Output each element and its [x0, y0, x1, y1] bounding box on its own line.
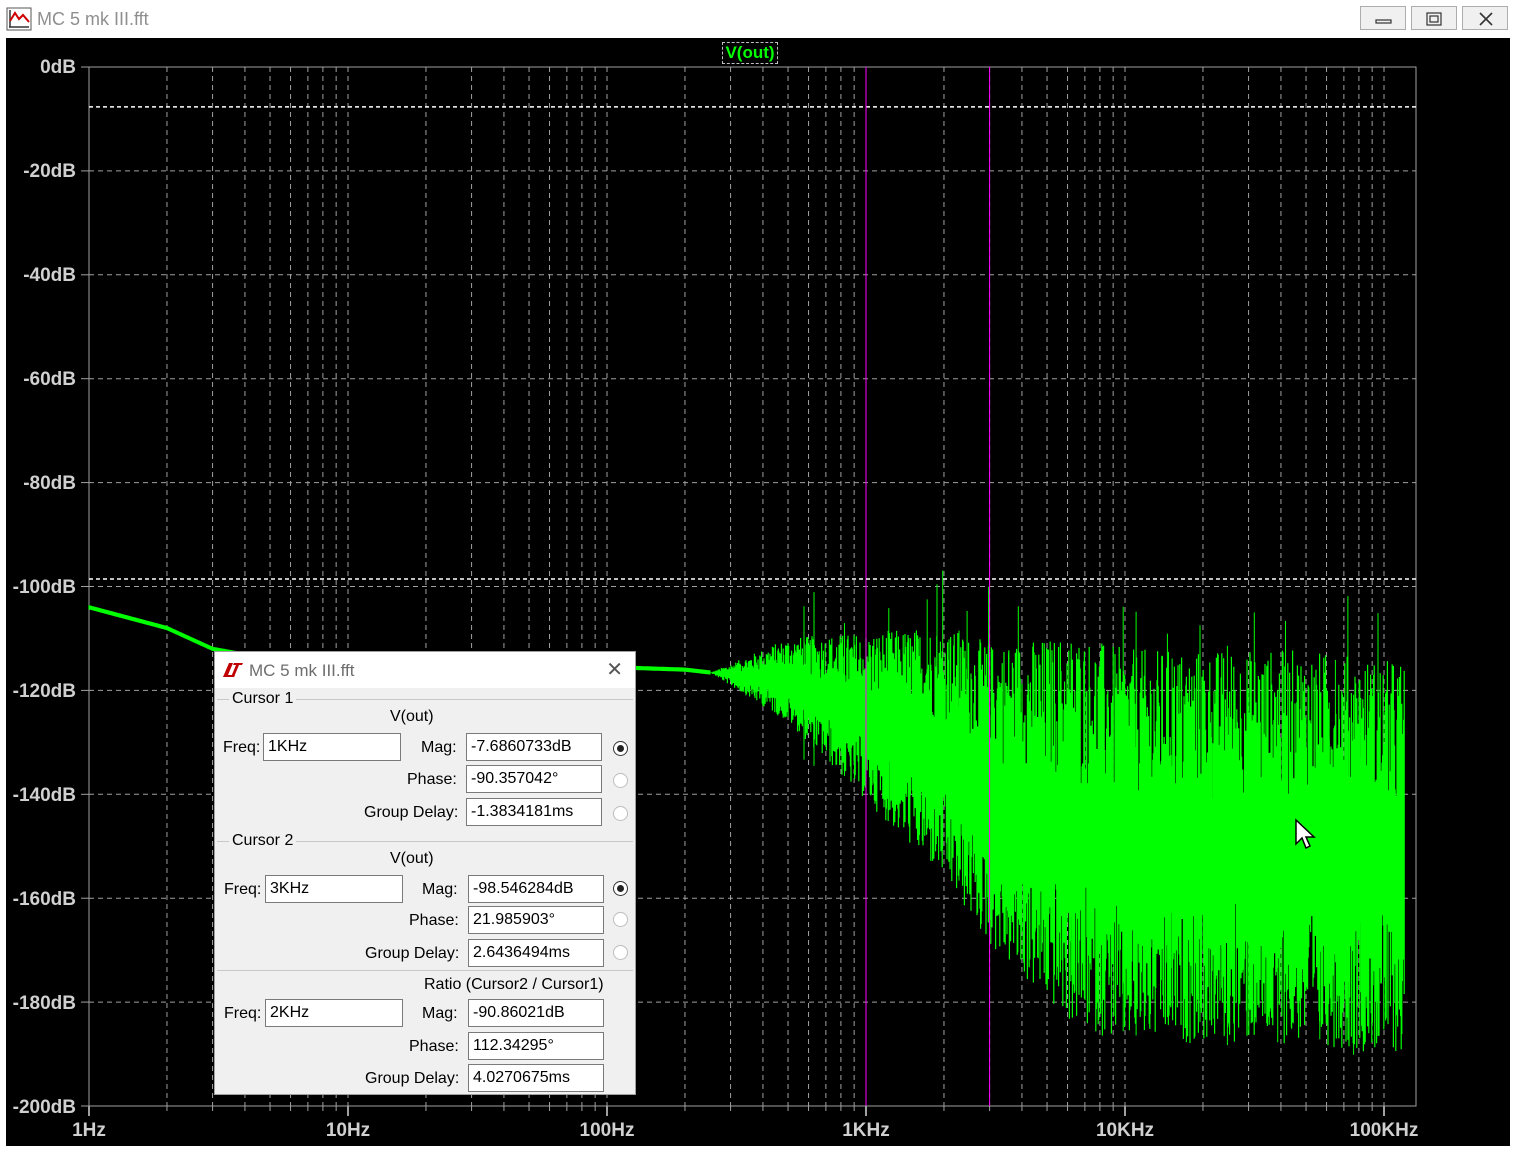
trace-label-vout[interactable]: V(out) [722, 42, 778, 64]
close-icon [1479, 12, 1493, 26]
cursor2-gd-label: Group Delay: [365, 945, 460, 962]
window-title: MC 5 mk III.fft [37, 9, 149, 29]
cursor1-phase-label: Phase: [407, 771, 457, 788]
ratio-mag-label: Mag: [422, 1005, 458, 1022]
cursor2-phase-field[interactable]: 21.985903° [468, 906, 604, 934]
ratio-phase-label: Phase: [409, 1038, 459, 1055]
cursor2-group-title: Cursor 2 [229, 832, 297, 850]
ratio-group [217, 970, 633, 971]
cursor2-phase-radio[interactable] [613, 912, 628, 927]
cursor1-gd-label: Group Delay: [364, 804, 459, 821]
y-tick-label: -200dB [12, 1097, 76, 1118]
cursor2-freq-label: Freq: [224, 881, 262, 898]
y-tick-label: -180dB [12, 993, 76, 1014]
ratio-freq-field[interactable]: 2KHz [265, 999, 403, 1027]
cursor2-phase-label: Phase: [409, 912, 459, 929]
cursor2-gd-field[interactable]: 2.6436494ms [468, 939, 604, 967]
cursor1-freq-label: Freq: [223, 739, 261, 756]
cursor2-freq-field[interactable]: 3KHz [265, 875, 403, 903]
maximize-button[interactable] [1411, 6, 1457, 30]
y-tick-label: -160dB [12, 889, 76, 910]
y-tick-label: -120dB [12, 681, 76, 702]
cursor1-freq-field[interactable]: 1KHz [263, 733, 401, 761]
dialog-close-icon[interactable]: ✕ [606, 660, 623, 680]
ratio-phase-field[interactable]: 112.34295° [468, 1032, 604, 1060]
cursor1-mag-radio[interactable] [613, 741, 628, 756]
cursor1-phase-radio[interactable] [613, 773, 628, 788]
x-tick-label: 100Hz [579, 1120, 635, 1141]
close-button[interactable] [1462, 6, 1508, 30]
ratio-gd-field[interactable]: 4.0270675ms [468, 1064, 604, 1092]
cursor1-mag-label: Mag: [421, 739, 457, 756]
cursor1-gd-radio[interactable] [613, 806, 628, 821]
y-tick-label: -100dB [12, 577, 76, 598]
cursor2-mag-field[interactable]: -98.546284dB [468, 875, 604, 903]
x-tick-label: 1Hz [72, 1120, 106, 1141]
window-titlebar: MC 5 mk III.fft [0, 0, 1516, 38]
restore-icon [1426, 12, 1442, 26]
cursor1-gd-field[interactable]: -1.3834181ms [466, 798, 602, 826]
x-tick-label: 1KHz [842, 1120, 890, 1141]
minimize-icon [1375, 19, 1392, 24]
minimize-button[interactable] [1360, 6, 1406, 30]
ratio-group-title: Ratio (Cursor2 / Cursor1) [424, 976, 604, 993]
x-tick-label: 100KHz [1349, 1120, 1419, 1141]
cursor-dialog: MC 5 mk III.fft ✕ Cursor 1 V(out) Freq: … [214, 651, 636, 1095]
dialog-title: MC 5 mk III.fft [249, 661, 355, 680]
cursor1-trace: V(out) [390, 708, 434, 725]
cursor2-mag-label: Mag: [422, 881, 458, 898]
cursor1-phase-field[interactable]: -90.357042° [466, 765, 602, 793]
cursor2-trace: V(out) [390, 850, 434, 867]
x-tick-label: 10KHz [1095, 1120, 1155, 1141]
cursor2-gd-radio[interactable] [613, 945, 628, 960]
mouse-pointer-icon [1295, 818, 1316, 850]
ratio-gd-label: Group Delay: [365, 1070, 460, 1087]
ratio-freq-label: Freq: [224, 1005, 262, 1022]
y-tick-label: -140dB [12, 785, 76, 806]
y-tick-label: -80dB [23, 473, 76, 494]
cursor1-group-title: Cursor 1 [229, 690, 297, 708]
ratio-mag-field[interactable]: -90.86021dB [468, 999, 604, 1027]
cursor1-mag-field[interactable]: -7.6860733dB [466, 733, 602, 761]
y-tick-label: 0dB [40, 57, 76, 78]
dialog-titlebar[interactable]: MC 5 mk III.fft ✕ [215, 652, 635, 688]
y-tick-label: -60dB [23, 369, 76, 390]
y-tick-label: -20dB [23, 161, 76, 182]
cursor2-mag-radio[interactable] [613, 881, 628, 896]
x-tick-label: 10Hz [325, 1120, 371, 1141]
ltspice-logo-icon [223, 663, 243, 677]
y-tick-label: -40dB [23, 265, 76, 286]
waveform-app-icon [6, 7, 32, 31]
